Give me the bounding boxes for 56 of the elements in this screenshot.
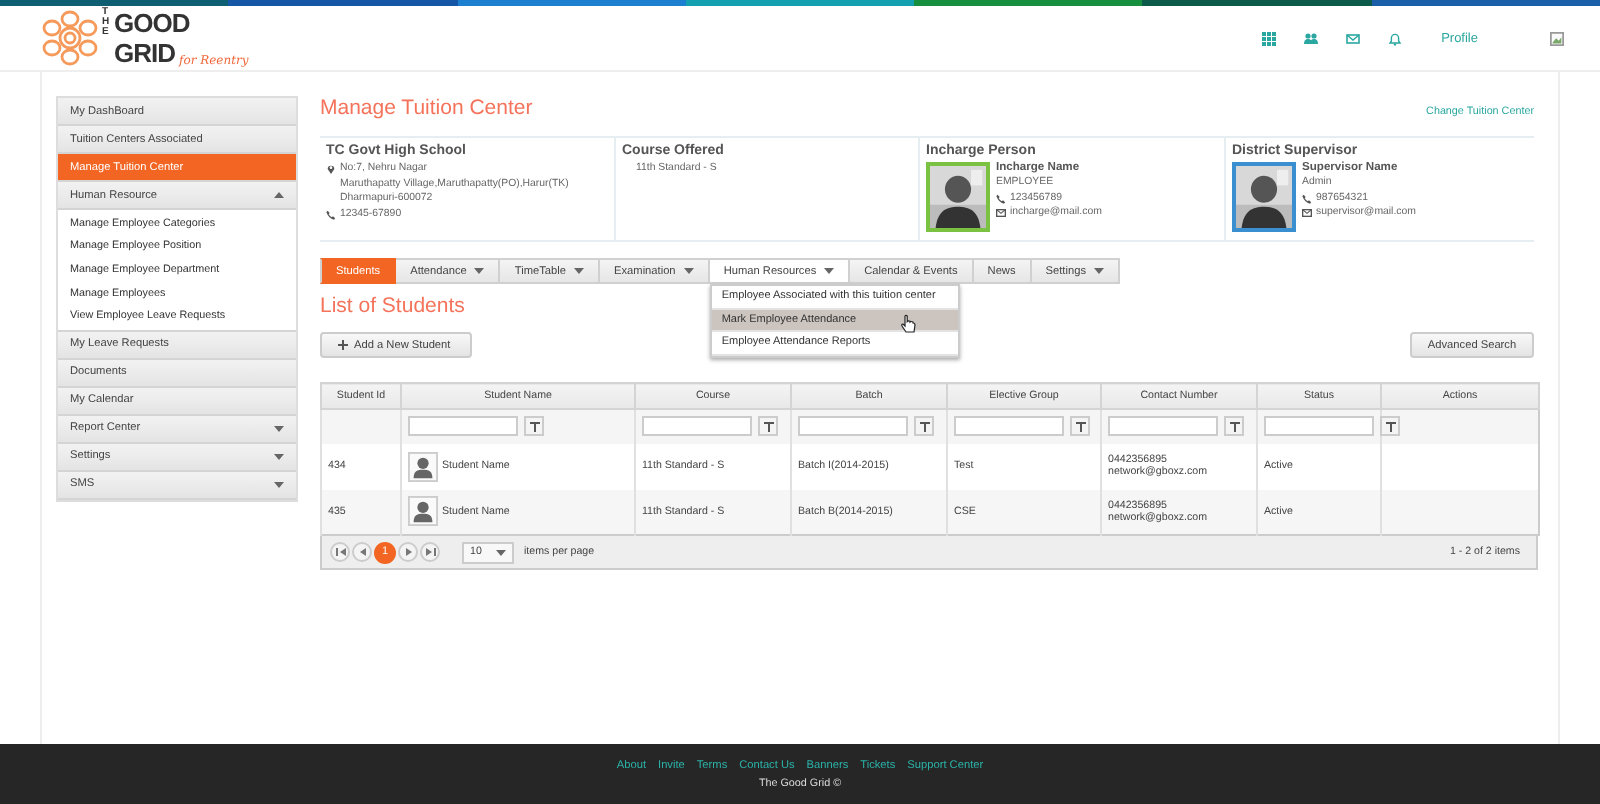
filter-field[interactable] — [1108, 416, 1218, 437]
filter-icon — [763, 421, 773, 432]
bell-icon[interactable] — [1387, 31, 1402, 45]
mail-icon[interactable] — [1345, 31, 1360, 45]
filter-field[interactable] — [408, 416, 518, 437]
filter-button[interactable] — [1380, 416, 1400, 437]
people-icon[interactable] — [1303, 31, 1318, 45]
grid-icon[interactable] — [1261, 31, 1276, 45]
avatar-icon — [408, 496, 438, 527]
first-page-icon — [335, 548, 345, 556]
phone-icon — [1302, 193, 1312, 204]
broken-image-icon — [1550, 31, 1564, 45]
location-icon — [326, 164, 336, 175]
filter-field[interactable] — [954, 416, 1064, 437]
first-page-button[interactable] — [330, 542, 350, 562]
filter-icon — [529, 421, 539, 432]
next-page-button[interactable] — [398, 542, 418, 562]
filter-icon — [1229, 421, 1239, 432]
page-title: Manage Tuition Center — [320, 96, 533, 120]
caret-icon — [274, 481, 284, 488]
caret-icon — [274, 192, 284, 198]
logo-text: GRID — [114, 38, 175, 68]
filter-button[interactable] — [1070, 416, 1090, 437]
caret-icon — [474, 268, 485, 274]
caret-icon — [274, 453, 284, 460]
filter-field[interactable] — [642, 416, 752, 437]
filter-icon — [1075, 421, 1085, 432]
plus-icon — [338, 340, 348, 350]
filter-button[interactable] — [914, 416, 934, 437]
filter-icon — [1385, 421, 1395, 432]
mail-icon — [1302, 208, 1312, 219]
previous-page-icon — [357, 548, 367, 556]
mail-icon — [996, 208, 1006, 219]
last-page-button[interactable] — [420, 542, 440, 562]
caret-icon — [496, 549, 506, 555]
filter-field[interactable] — [798, 416, 908, 437]
flower-icon — [40, 10, 100, 66]
filter-button[interactable] — [1224, 416, 1244, 437]
caret-icon — [1094, 268, 1104, 274]
caret-icon — [574, 268, 585, 274]
phone-icon — [996, 193, 1006, 204]
next-page-icon — [403, 548, 413, 556]
filter-icon — [919, 421, 929, 432]
filter-button[interactable] — [758, 416, 778, 437]
caret-icon — [683, 268, 694, 274]
caret-icon — [824, 268, 835, 274]
filter-button[interactable] — [524, 416, 544, 437]
hand-cursor-icon — [899, 313, 916, 333]
last-page-icon — [425, 548, 435, 556]
phone-icon — [326, 210, 336, 221]
section-title: List of Students — [320, 294, 465, 322]
caret-icon — [274, 425, 284, 432]
previous-page-button[interactable] — [352, 542, 372, 562]
avatar-icon — [408, 451, 438, 481]
logo-text: GOOD — [114, 8, 192, 38]
filter-field[interactable] — [1264, 416, 1374, 437]
